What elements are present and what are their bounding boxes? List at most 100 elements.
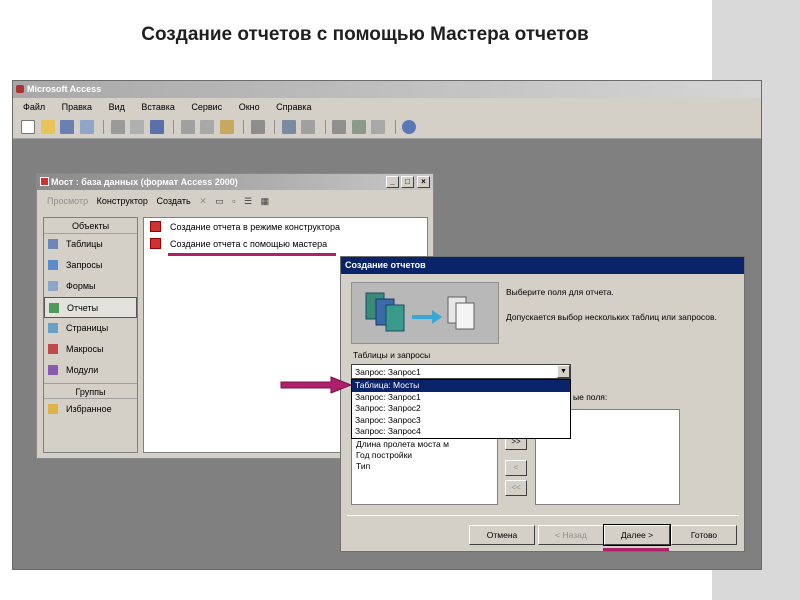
large-icons-icon[interactable]: ▭ <box>215 196 224 206</box>
pages-icon <box>48 323 58 333</box>
list-item[interactable]: Создание отчета с помощью мастера <box>144 235 427 252</box>
groups-favorites[interactable]: Избранное <box>44 399 137 420</box>
spellcheck-icon[interactable] <box>149 120 164 134</box>
chevron-down-icon[interactable]: ▼ <box>557 365 570 378</box>
close-button[interactable]: × <box>417 176 430 188</box>
tables-icon <box>48 239 58 249</box>
wizard-illustration <box>351 282 499 344</box>
office-links-icon[interactable] <box>281 120 296 134</box>
report-icon <box>150 221 161 232</box>
menu-view[interactable]: Вид <box>109 102 125 112</box>
new-icon[interactable] <box>21 120 35 134</box>
details-view-icon[interactable]: ▦ <box>261 196 270 206</box>
menubar: Файл Правка Вид Вставка Сервис Окно Спра… <box>13 98 761 117</box>
menu-edit[interactable]: Правка <box>62 102 92 112</box>
modules-icon <box>48 365 58 375</box>
access-titlebar: Microsoft Access <box>13 81 761 98</box>
objects-modules[interactable]: Модули <box>44 360 137 381</box>
forms-icon <box>48 281 58 291</box>
main-toolbar <box>13 117 761 139</box>
new-object-icon[interactable] <box>371 120 386 134</box>
save-icon[interactable] <box>60 120 75 134</box>
selected-fields-label: ые поля: <box>573 392 608 402</box>
list-item[interactable]: Год постройки <box>352 450 497 461</box>
list-item[interactable]: Тип <box>352 461 497 472</box>
tables-queries-label: Таблицы и запросы <box>353 350 431 360</box>
help-icon[interactable] <box>402 120 417 134</box>
annotation-arrow-icon <box>280 376 353 394</box>
report-wizard-dialog: Создание отчетов Выберите поля для отчет… <box>340 256 745 552</box>
preview-button[interactable]: Просмотр <box>47 196 88 206</box>
search-icon[interactable] <box>79 120 94 134</box>
menu-help[interactable]: Справка <box>276 102 311 112</box>
objects-macros[interactable]: Макросы <box>44 339 137 360</box>
preview-icon[interactable] <box>130 120 145 134</box>
toolbar-separator <box>173 120 175 134</box>
annotation-underline <box>168 253 336 256</box>
finish-button[interactable]: Готово <box>671 525 737 545</box>
toolbar-separator <box>394 120 396 134</box>
database-icon <box>40 177 49 186</box>
next-button[interactable]: Далее > <box>603 524 671 546</box>
objects-queries[interactable]: Запросы <box>44 255 137 276</box>
small-icons-icon[interactable]: ▫ <box>232 196 235 206</box>
toolbar-separator <box>274 120 276 134</box>
dropdown-item[interactable]: Запрос: Запрос2 <box>352 403 570 415</box>
list-item[interactable]: Длина пролета моста м <box>352 439 497 450</box>
cancel-button[interactable]: Отмена <box>469 525 535 545</box>
analyze-icon[interactable] <box>301 120 316 134</box>
queries-icon <box>48 260 58 270</box>
maximize-button[interactable]: □ <box>401 176 414 188</box>
tables-queries-combo[interactable]: Запрос: Запрос1 ▼ <box>351 364 571 379</box>
report-icon <box>150 238 161 249</box>
dropdown-item[interactable]: Запрос: Запрос4 <box>352 426 570 438</box>
undo-icon[interactable] <box>250 120 265 134</box>
access-title: Microsoft Access <box>27 84 102 94</box>
design-button[interactable]: Конструктор <box>97 196 148 206</box>
menu-file[interactable]: Файл <box>23 102 45 112</box>
print-icon[interactable] <box>110 120 125 134</box>
menu-window[interactable]: Окно <box>239 102 260 112</box>
move-left-button[interactable]: < <box>505 460 527 476</box>
menu-insert[interactable]: Вставка <box>141 102 174 112</box>
objects-reports[interactable]: Отчеты <box>44 297 137 318</box>
move-all-left-button[interactable]: << <box>505 480 527 496</box>
database-titlebar: Мост : база данных (формат Access 2000) … <box>37 174 433 190</box>
groups-header[interactable]: Группы <box>44 383 137 399</box>
objects-header[interactable]: Объекты <box>44 218 137 234</box>
cut-icon[interactable] <box>180 120 195 134</box>
dropdown-item[interactable]: Запрос: Запрос1 <box>352 392 570 404</box>
delete-icon[interactable]: ✕ <box>199 196 207 206</box>
objects-pages[interactable]: Страницы <box>44 318 137 339</box>
copy-icon[interactable] <box>200 120 215 134</box>
slide-title: Создание отчетов с помощью Мастера отчет… <box>141 24 589 45</box>
wizard-instruction: Выберите поля для отчета. <box>506 287 614 297</box>
paste-icon[interactable] <box>219 120 234 134</box>
list-item[interactable]: Создание отчета в режиме конструктора <box>144 218 427 235</box>
toolbar-separator <box>243 120 245 134</box>
access-key-icon <box>16 85 24 93</box>
list-view-icon[interactable]: ☰ <box>244 196 252 206</box>
create-button[interactable]: Создать <box>156 196 190 206</box>
wizard-divider <box>347 515 739 516</box>
database-toolbar: Просмотр Конструктор Создать ✕ ▭ ▫ ☰ ▦ <box>37 191 433 215</box>
objects-panel: Объекты Таблицы Запросы Формы Отчеты Стр… <box>43 217 138 453</box>
reports-icon <box>49 303 59 313</box>
database-title: Мост : база данных (формат Access 2000) <box>51 177 238 187</box>
toolbar-separator <box>324 120 326 134</box>
menu-tools[interactable]: Сервис <box>191 102 222 112</box>
wizard-title: Создание отчетов <box>341 257 744 274</box>
objects-tables[interactable]: Таблицы <box>44 234 137 255</box>
open-icon[interactable] <box>40 120 55 134</box>
back-button[interactable]: < Назад <box>538 525 604 545</box>
dropdown-item[interactable]: Таблица: Мосты <box>352 380 570 392</box>
relationships-icon[interactable] <box>351 120 366 134</box>
objects-forms[interactable]: Формы <box>44 276 137 297</box>
dropdown-item[interactable]: Запрос: Запрос3 <box>352 415 570 427</box>
tables-queries-dropdown: Таблица: Мосты Запрос: Запрос1 Запрос: З… <box>351 379 571 439</box>
macros-icon <box>48 344 58 354</box>
annotation-underline-next <box>603 548 669 551</box>
properties-icon[interactable] <box>332 120 347 134</box>
combo-value: Запрос: Запрос1 <box>355 367 421 377</box>
minimize-button[interactable]: _ <box>386 176 399 188</box>
